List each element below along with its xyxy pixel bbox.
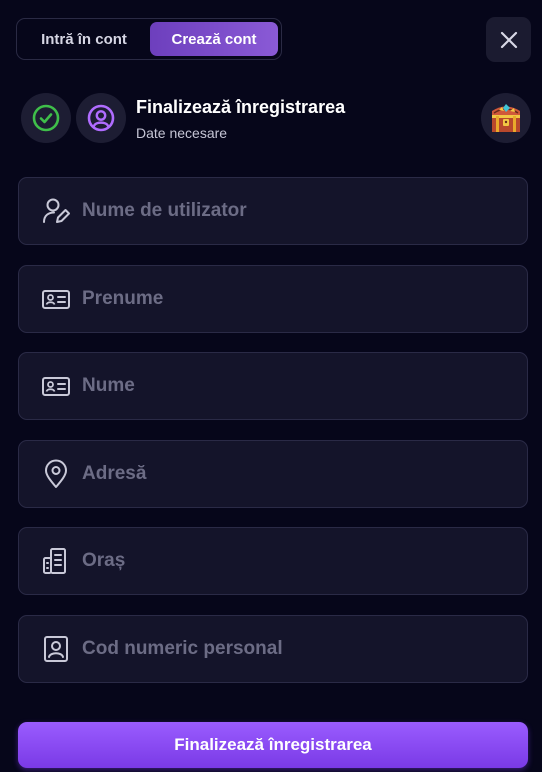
complete-registration-button[interactable]: Finalizează înregistrarea	[18, 722, 528, 768]
city-field[interactable]	[18, 527, 528, 595]
user-circle-icon	[87, 104, 115, 132]
step-complete-indicator	[21, 93, 71, 143]
tab-register[interactable]: Crează cont	[150, 22, 278, 56]
id-card-icon	[41, 371, 71, 401]
address-input[interactable]	[80, 462, 527, 486]
step-profile-indicator	[76, 93, 126, 143]
last-name-input[interactable]	[80, 374, 527, 398]
user-edit-icon	[41, 196, 71, 226]
address-field[interactable]	[18, 440, 528, 508]
page-subtitle: Date necesare	[136, 125, 228, 141]
building-icon	[41, 546, 71, 576]
id-card-icon	[41, 284, 71, 314]
treasure-chest-icon	[492, 104, 520, 132]
city-input[interactable]	[80, 549, 527, 573]
tab-login[interactable]: Intră în cont	[20, 22, 148, 56]
page-title: Finalizează înregistrarea	[136, 97, 346, 117]
bonus-chest-button[interactable]	[481, 93, 531, 143]
username-input[interactable]	[80, 199, 527, 223]
first-name-field[interactable]	[18, 265, 528, 333]
personal-id-input[interactable]	[80, 637, 527, 661]
portrait-id-icon	[41, 634, 71, 664]
location-pin-icon	[41, 459, 71, 489]
first-name-input[interactable]	[80, 287, 527, 311]
last-name-field[interactable]	[18, 352, 528, 420]
auth-tabs: Intră în cont Crează cont	[16, 18, 282, 60]
close-icon	[500, 31, 517, 48]
check-circle-icon	[32, 104, 60, 132]
username-field[interactable]	[18, 177, 528, 245]
personal-id-field[interactable]	[18, 615, 528, 683]
close-button[interactable]	[486, 17, 531, 62]
